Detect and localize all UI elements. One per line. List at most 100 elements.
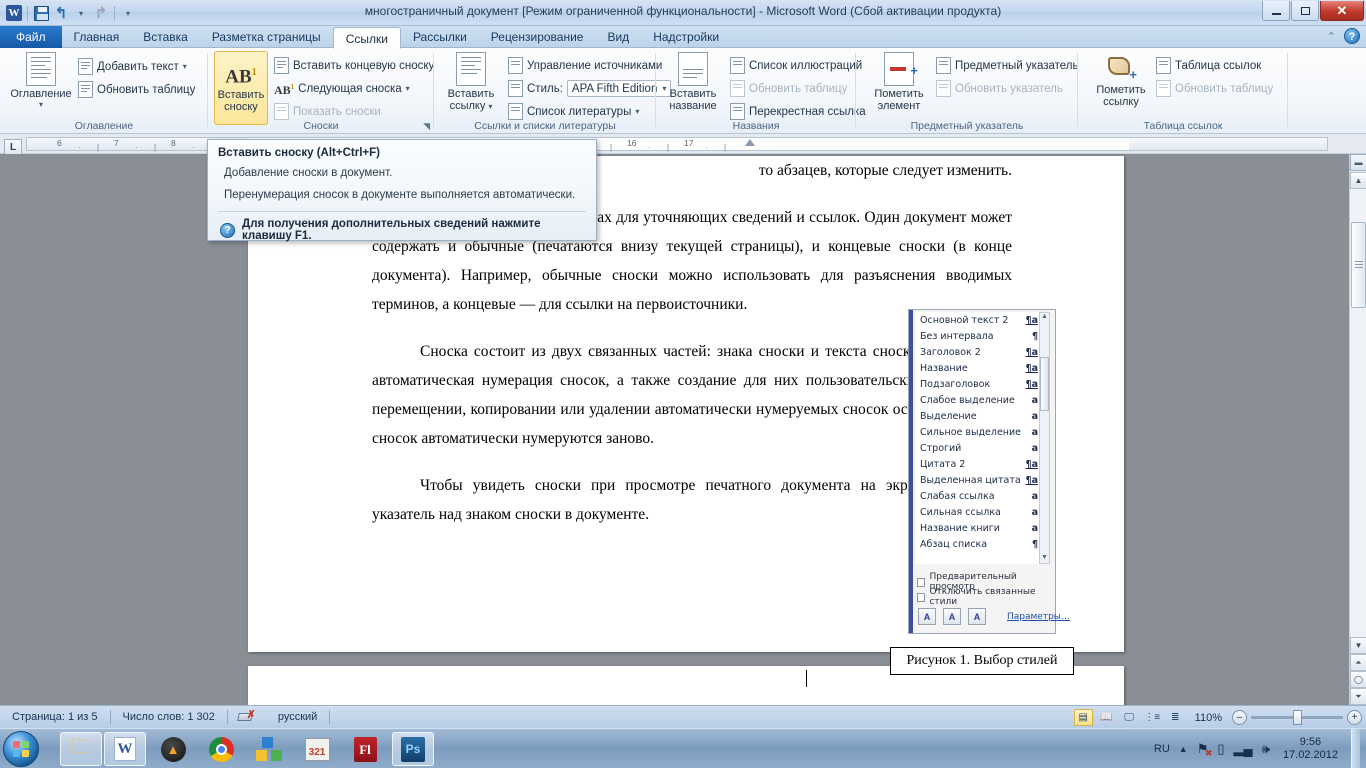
citation-style-control[interactable]: Стиль: APA Fifth Edition ▾ bbox=[508, 78, 672, 99]
view-web-layout-button[interactable]: 🖵 bbox=[1120, 709, 1139, 726]
right-indent-marker[interactable] bbox=[745, 139, 755, 146]
styles-options-link[interactable]: Параметры… bbox=[1007, 612, 1070, 622]
close-button[interactable]: ✕ bbox=[1320, 1, 1364, 21]
split-window-handle[interactable]: ▬ bbox=[1350, 154, 1366, 171]
style-list-item[interactable]: Абзац списка ¶ bbox=[915, 536, 1042, 552]
view-outline-button[interactable]: ⋮≡ bbox=[1143, 709, 1162, 726]
cross-reference-button[interactable]: Перекрестная ссылка bbox=[730, 101, 866, 122]
style-list-item[interactable]: Основной текст 2 ¶a bbox=[915, 312, 1042, 328]
style-inspector-button[interactable]: A bbox=[943, 608, 961, 625]
insert-endnote-button[interactable]: Вставить концевую сноску bbox=[274, 55, 434, 76]
show-hidden-icons-button[interactable]: ▲ bbox=[1179, 744, 1188, 754]
insert-footnote-button[interactable]: AB1 Вставить сноску bbox=[214, 51, 268, 125]
table-of-authorities-button[interactable]: Таблица ссылок bbox=[1156, 55, 1261, 76]
volume-icon[interactable]: 🕪 bbox=[1262, 741, 1270, 757]
insert-caption-button[interactable]: Вставить название bbox=[660, 52, 726, 112]
style-list-item[interactable]: Название ¶a bbox=[915, 360, 1042, 376]
next-footnote-dropdown-icon[interactable]: ▾ bbox=[406, 84, 410, 93]
previous-page-button[interactable]: ⏶ bbox=[1350, 654, 1366, 671]
styles-scroll-down-icon[interactable]: ▼ bbox=[1040, 554, 1049, 563]
manage-sources-button[interactable]: Управление источниками bbox=[508, 55, 662, 76]
styles-list[interactable]: Основной текст 2 ¶a Без интервала ¶ Заголово… bbox=[915, 312, 1043, 564]
style-list-item[interactable]: Сильное выделение a bbox=[915, 424, 1042, 440]
scroll-down-button[interactable]: ▼ bbox=[1350, 637, 1366, 654]
toc-button[interactable]: Оглавление ▾ bbox=[8, 52, 74, 109]
view-print-layout-button[interactable]: ▤ bbox=[1073, 709, 1093, 726]
disable-linked-checkbox-box[interactable] bbox=[917, 592, 926, 602]
style-list-item[interactable]: Подзаголовок ¶a bbox=[915, 376, 1042, 392]
style-list-item[interactable]: Без интервала ¶ bbox=[915, 328, 1042, 344]
toc-dropdown-icon[interactable]: ▾ bbox=[39, 100, 43, 109]
taskbar-item-flash[interactable]: Fl bbox=[344, 732, 386, 766]
tab-references[interactable]: Ссылки bbox=[332, 27, 401, 49]
zoom-slider-thumb[interactable] bbox=[1293, 710, 1302, 725]
taskbar-item-cubes[interactable] bbox=[248, 732, 290, 766]
style-list-item[interactable]: Заголовок 2 ¶a bbox=[915, 344, 1042, 360]
bibliography-button[interactable]: Список литературы ▾ bbox=[508, 101, 639, 122]
manage-styles-button[interactable]: A bbox=[968, 608, 986, 625]
taskbar-item-explorer[interactable]: 🗀 bbox=[60, 732, 102, 766]
taskbar-item-aimp[interactable]: ▲ bbox=[152, 732, 194, 766]
action-center-icon[interactable]: ⚑ ✖ bbox=[1197, 741, 1213, 758]
insert-citation-button[interactable]: Вставить ссылку ▾ bbox=[438, 52, 504, 113]
help-icon[interactable]: ? bbox=[1344, 28, 1360, 44]
taskbar-item-chrome[interactable] bbox=[200, 732, 242, 766]
select-browse-object-button[interactable]: ◯ bbox=[1350, 671, 1366, 688]
status-proofing-button[interactable]: ✗ bbox=[228, 706, 266, 729]
add-text-button[interactable]: Добавить текст ▾ bbox=[78, 56, 187, 77]
styles-disable-linked-checkbox[interactable]: Отключить связанные стили bbox=[917, 587, 1055, 607]
table-of-figures-button[interactable]: Список иллюстраций bbox=[730, 55, 862, 76]
next-footnote-button[interactable]: AB1 Следующая сноска ▾ bbox=[274, 78, 410, 99]
preview-checkbox-box[interactable] bbox=[917, 577, 926, 587]
style-list-item[interactable]: Цитата 2 ¶a bbox=[915, 456, 1042, 472]
style-list-item[interactable]: Название книги a bbox=[915, 520, 1042, 536]
taskbar-item-media-player-classic[interactable]: 321 bbox=[296, 732, 338, 766]
tab-addins[interactable]: Надстройки bbox=[641, 26, 731, 48]
horizontal-ruler[interactable]: 6·|7·|8·|9·|10·|11·|12·|13·|14·|15·|16·|… bbox=[0, 134, 1366, 154]
language-indicator[interactable]: RU bbox=[1154, 743, 1170, 755]
document-workspace[interactable]: то абзацев, которые следует изменить. ют… bbox=[0, 154, 1366, 726]
minimize-button[interactable] bbox=[1262, 1, 1290, 21]
status-word-count[interactable]: Число слов: 1 302 bbox=[111, 706, 227, 729]
insert-index-button[interactable]: Предметный указатель bbox=[936, 55, 1079, 76]
taskbar-item-word[interactable]: W bbox=[104, 732, 146, 766]
mark-citation-button[interactable]: + Пометить ссылку bbox=[1088, 52, 1154, 108]
tab-insert[interactable]: Вставка bbox=[131, 26, 200, 48]
tab-review[interactable]: Рецензирование bbox=[479, 26, 596, 48]
status-page-number[interactable]: Страница: 1 из 5 bbox=[0, 706, 110, 729]
scroll-up-button[interactable]: ▲ bbox=[1350, 172, 1366, 189]
zoom-slider[interactable] bbox=[1251, 710, 1343, 725]
start-button[interactable] bbox=[3, 731, 39, 767]
mark-entry-button[interactable]: + Пометить элемент bbox=[866, 52, 932, 112]
network-icon[interactable]: ▂▄ bbox=[1234, 741, 1253, 757]
styles-list-scrollbar[interactable]: ▲ ▼ bbox=[1039, 312, 1050, 564]
style-list-item[interactable]: Выделение a bbox=[915, 408, 1042, 424]
tab-view[interactable]: Вид bbox=[595, 26, 641, 48]
taskbar-item-photoshop[interactable]: Ps bbox=[392, 732, 434, 766]
maximize-button[interactable] bbox=[1291, 1, 1319, 21]
style-list-item[interactable]: Слабое выделение a bbox=[915, 392, 1042, 408]
battery-icon[interactable]: ▯ bbox=[1217, 741, 1224, 757]
tab-page-layout[interactable]: Разметка страницы bbox=[200, 26, 333, 48]
scrollbar-thumb[interactable] bbox=[1351, 222, 1366, 308]
figure-caption[interactable]: Рисунок 1. Выбор стилей bbox=[890, 647, 1074, 675]
styles-scroll-thumb[interactable] bbox=[1040, 357, 1049, 411]
tab-file[interactable]: Файл bbox=[0, 26, 62, 48]
zoom-in-button[interactable]: + bbox=[1347, 710, 1362, 725]
view-full-screen-reading-button[interactable]: 📖 bbox=[1097, 709, 1116, 726]
add-text-dropdown-icon[interactable]: ▾ bbox=[183, 62, 187, 71]
next-page-button[interactable]: ⏷ bbox=[1350, 688, 1366, 705]
tab-home[interactable]: Главная bbox=[62, 26, 132, 48]
new-style-button[interactable]: A bbox=[918, 608, 936, 625]
tab-mailings[interactable]: Рассылки bbox=[401, 26, 479, 48]
footnotes-dialog-launcher[interactable]: ◥ bbox=[423, 121, 430, 132]
style-list-item[interactable]: Выделенная цитата ¶a bbox=[915, 472, 1042, 488]
bibliography-dropdown-icon[interactable]: ▾ bbox=[635, 107, 639, 116]
taskbar-clock[interactable]: 9:56 17.02.2012 bbox=[1279, 736, 1342, 762]
style-list-item[interactable]: Слабая ссылка a bbox=[915, 488, 1042, 504]
collapse-ribbon-icon[interactable]: ⌃ bbox=[1327, 30, 1336, 43]
style-list-item[interactable]: Строгий a bbox=[915, 440, 1042, 456]
view-draft-button[interactable]: ≣ bbox=[1166, 709, 1185, 726]
show-desktop-button[interactable] bbox=[1351, 729, 1360, 768]
status-language[interactable]: русский bbox=[266, 706, 329, 729]
